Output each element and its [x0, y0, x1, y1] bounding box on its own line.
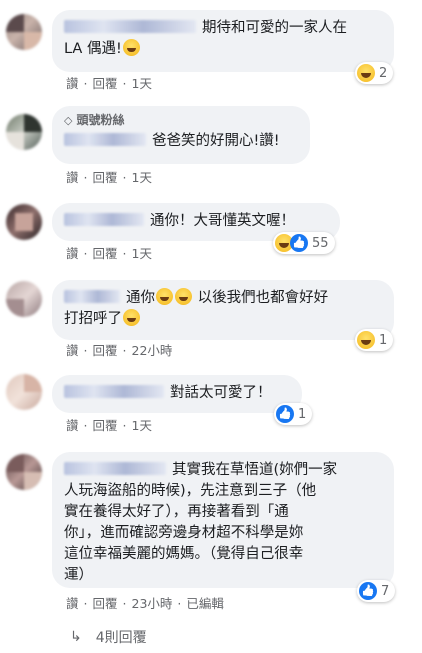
comment-text: 打招呼了: [64, 311, 122, 327]
timestamp[interactable]: 1天: [132, 246, 152, 261]
timestamp[interactable]: 22小時: [132, 343, 173, 358]
reaction-count: 55: [312, 235, 329, 251]
reaction-summary[interactable]: 7: [357, 580, 396, 602]
reply-link[interactable]: 回覆: [93, 596, 118, 611]
like-link[interactable]: 讚: [66, 246, 79, 261]
like-icon: [359, 582, 377, 600]
like-link[interactable]: 讚: [66, 343, 79, 358]
reaction-summary[interactable]: 2: [355, 62, 394, 84]
haha-icon: [357, 64, 375, 82]
comment-bubble: 對話太可愛了！: [52, 375, 302, 413]
comment-actions: 讚 · 回覆 · 1天: [66, 170, 152, 185]
comment-bubble: ◇ 頭號粉絲 爸爸笑的好開心!讚!: [52, 106, 310, 164]
commenter-name[interactable]: [64, 133, 146, 146]
haha-icon: [357, 331, 375, 349]
like-link[interactable]: 讚: [66, 418, 79, 433]
reaction-count: 7: [381, 583, 390, 599]
comment-text: 通你！大哥懂英文喔！: [150, 213, 295, 229]
comment-text: 其實我在草悟道(妳們一家: [172, 462, 338, 478]
view-replies-link[interactable]: ↳ 4則回覆: [70, 627, 147, 647]
avatar[interactable]: [6, 374, 42, 410]
reaction-count: 2: [379, 65, 388, 81]
reply-link[interactable]: 回覆: [93, 418, 118, 433]
like-link[interactable]: 讚: [66, 596, 79, 611]
grin-emoji-icon: [156, 288, 173, 305]
reply-arrow-icon: ↳: [70, 629, 82, 645]
comment-bubble: 通你 以後我們也都會好好 打招呼了: [52, 280, 394, 340]
like-icon: [276, 405, 294, 423]
reaction-summary[interactable]: 1: [274, 403, 313, 425]
commenter-name[interactable]: [64, 290, 120, 303]
avatar[interactable]: [6, 454, 42, 490]
comment-actions: 讚 · 回覆 · 1天: [66, 246, 152, 261]
commenter-name[interactable]: [64, 20, 196, 33]
comment-actions: 讚 · 回覆 · 23小時 · 已編輯: [66, 596, 224, 611]
comment-text: 期待和可愛的一家人在: [202, 20, 347, 36]
commenter-name[interactable]: [64, 213, 144, 226]
comment-bubble: 期待和可愛的一家人在 LA 偶遇!: [52, 10, 394, 72]
top-fan-badge: ◇ 頭號粉絲: [64, 113, 125, 127]
avatar[interactable]: [6, 204, 42, 240]
reaction-count: 1: [298, 406, 307, 422]
comment-text: 對話太可愛了！: [170, 385, 272, 401]
reaction-summary[interactable]: 55: [273, 232, 335, 254]
grin-emoji-icon: [175, 288, 192, 305]
timestamp[interactable]: 1天: [132, 418, 152, 433]
avatar[interactable]: [6, 14, 42, 50]
comment-actions: 讚 · 回覆 · 1天: [66, 76, 152, 91]
like-icon: [290, 234, 308, 252]
timestamp[interactable]: 23小時: [132, 596, 173, 611]
comment-text: 爸爸笑的好開心!讚!: [152, 133, 280, 149]
timestamp[interactable]: 1天: [132, 170, 152, 185]
commenter-name[interactable]: [64, 462, 166, 475]
reply-link[interactable]: 回覆: [93, 343, 118, 358]
comment-text: LA 偶遇!: [64, 41, 122, 57]
grin-emoji-icon: [123, 309, 140, 326]
reaction-summary[interactable]: 1: [355, 329, 394, 351]
avatar[interactable]: [6, 281, 42, 317]
commenter-name[interactable]: [64, 385, 164, 398]
comment-actions: 讚 · 回覆 · 22小時: [66, 343, 173, 358]
diamond-icon: ◇: [64, 114, 73, 127]
comment-actions: 讚 · 回覆 · 1天: [66, 418, 152, 433]
like-link[interactable]: 讚: [66, 170, 79, 185]
reaction-count: 1: [379, 332, 388, 348]
reply-link[interactable]: 回覆: [93, 170, 118, 185]
edited-label: 已編輯: [186, 596, 224, 611]
timestamp[interactable]: 1天: [132, 76, 152, 91]
reply-link[interactable]: 回覆: [93, 76, 118, 91]
grin-emoji-icon: [122, 39, 140, 56]
comment-bubble: 其實我在草悟道(妳們一家 人玩海盜船的時候)，先注意到三子（他 實在養得太好了）…: [52, 452, 394, 588]
comment-text: 通你: [126, 290, 155, 306]
reply-link[interactable]: 回覆: [93, 246, 118, 261]
avatar[interactable]: [6, 114, 42, 150]
like-link[interactable]: 讚: [66, 76, 79, 91]
view-replies-label[interactable]: 4則回覆: [96, 627, 147, 647]
